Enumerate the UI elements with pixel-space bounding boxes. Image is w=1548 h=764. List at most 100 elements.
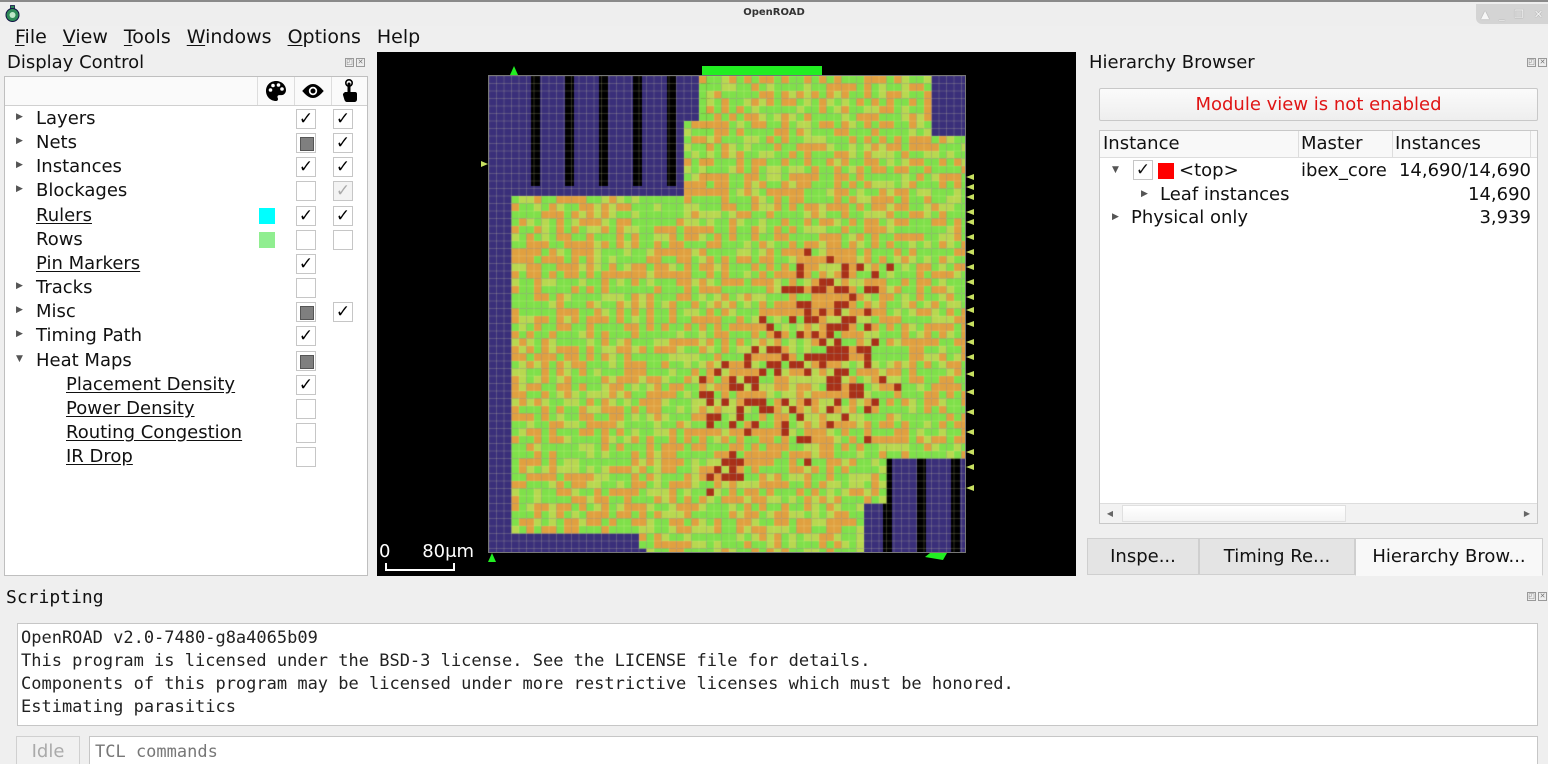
window-controls: ▲ _ ❐ ✕ [1476, 4, 1548, 24]
float-icon[interactable]: ◰ [1527, 58, 1536, 67]
io-pin [966, 321, 974, 327]
display-row-rulers[interactable]: Rulers ✓ ✓ [5, 204, 367, 228]
visible-checkbox[interactable]: ✓ [296, 109, 316, 129]
visible-checkbox[interactable]: ✓ [296, 157, 316, 178]
visible-checkbox[interactable] [296, 229, 316, 250]
expand-arrow-right-icon[interactable]: ▶ [16, 329, 23, 339]
visible-checkbox[interactable]: ✓ [296, 205, 316, 226]
color-swatch[interactable] [259, 207, 275, 224]
script-output[interactable]: OpenROAD v2.0-7480-g8a4065b09 This progra… [17, 623, 1538, 726]
menu-file[interactable]: File [0, 26, 55, 50]
selectable-checkbox[interactable]: ✓ [333, 181, 353, 202]
script-output-line: Estimating parasitics [21, 697, 236, 717]
display-row-tracks[interactable]: ▶ Tracks [5, 276, 367, 300]
close-icon[interactable]: ✕ [1538, 58, 1547, 67]
visible-checkbox[interactable] [296, 302, 316, 323]
visible-checkbox[interactable]: ✓ [296, 253, 316, 274]
visible-checkbox[interactable]: ✓ [296, 326, 316, 347]
restore-icon[interactable]: ❐ [1514, 8, 1524, 21]
display-row-label[interactable]: IR Drop [66, 446, 133, 467]
float-icon[interactable]: ◰ [345, 58, 354, 67]
close-icon[interactable]: ✕ [1534, 8, 1543, 21]
visible-checkbox[interactable] [296, 398, 316, 419]
display-row-label[interactable]: Pin Markers [36, 253, 140, 274]
menu-options[interactable]: Options [280, 26, 369, 50]
expand-arrow-right-icon[interactable]: ▶ [16, 305, 23, 315]
expand-arrow-right-icon[interactable]: ▶ [16, 184, 23, 194]
visible-checkbox[interactable] [296, 422, 316, 443]
display-row-nets[interactable]: ▶ Nets ✓ [5, 131, 367, 155]
tab-inspe[interactable]: Inspe... [1087, 538, 1199, 575]
display-row-power-density[interactable]: Power Density [5, 397, 367, 421]
tab-timing-re[interactable]: Timing Re... [1199, 538, 1355, 575]
expand-arrow-right-icon[interactable]: ▶ [16, 136, 23, 146]
close-icon[interactable]: ✕ [1538, 592, 1547, 601]
display-row-pin-markers[interactable]: Pin Markers ✓ [5, 252, 367, 276]
selectable-checkbox[interactable] [333, 229, 353, 250]
scroll-left-icon[interactable]: ◀ [1100, 504, 1120, 523]
io-pin [966, 449, 974, 455]
hierarchy-tree-header: Instance Master Instances [1100, 131, 1537, 158]
horizontal-scrollbar[interactable]: ◀ ▶ [1100, 503, 1537, 523]
column-header-instances[interactable]: Instances [1395, 133, 1481, 154]
display-row-placement-density[interactable]: Placement Density ✓ [5, 373, 367, 397]
io-pin [966, 219, 974, 225]
display-row-blockages[interactable]: ▶ Blockages ✓ [5, 179, 367, 203]
layout-canvas[interactable]: 0 80μm [377, 52, 1076, 576]
visible-checkbox[interactable] [296, 278, 316, 299]
expand-arrow-down-icon[interactable]: ▼ [16, 354, 23, 364]
float-icon[interactable]: ◰ [1527, 592, 1536, 601]
palette-icon [257, 77, 294, 105]
up-icon[interactable]: ▲ [1481, 8, 1489, 21]
display-row-label[interactable]: Power Density [66, 398, 195, 419]
display-row-timing-path[interactable]: ▶ Timing Path ✓ [5, 324, 367, 348]
expand-arrow-down-icon[interactable]: ▼ [1112, 165, 1119, 175]
tcl-command-input[interactable] [89, 736, 1538, 764]
scrollbar-thumb[interactable] [1122, 505, 1346, 522]
instance-visible-checkbox[interactable]: ✓ [1133, 160, 1153, 180]
display-row-routing-congestion[interactable]: Routing Congestion [5, 421, 367, 445]
expand-arrow-right-icon[interactable]: ▶ [1112, 212, 1119, 222]
display-row-label[interactable]: Rulers [36, 205, 92, 226]
expand-arrow-right-icon[interactable]: ▶ [16, 281, 23, 291]
scroll-right-icon[interactable]: ▶ [1517, 504, 1537, 523]
display-row-label[interactable]: Routing Congestion [66, 422, 242, 443]
column-header-master[interactable]: Master [1301, 133, 1362, 154]
visible-checkbox[interactable] [296, 350, 316, 371]
hierarchy-row[interactable]: ▼ ✓ <top> ibex_core 14,690/14,690 [1100, 159, 1537, 183]
menu-windows[interactable]: Windows [179, 26, 280, 50]
column-header-instance[interactable]: Instance [1103, 133, 1180, 154]
selectable-checkbox[interactable]: ✓ [333, 205, 353, 226]
expand-arrow-right-icon[interactable]: ▶ [16, 160, 23, 170]
expand-arrow-right-icon[interactable]: ▶ [16, 112, 23, 122]
menu-help[interactable]: Help [369, 26, 428, 50]
color-swatch[interactable] [259, 231, 275, 248]
visible-checkbox[interactable]: ✓ [296, 374, 316, 395]
minimize-icon[interactable]: _ [1499, 8, 1505, 21]
menu-view[interactable]: View [55, 26, 116, 50]
visible-checkbox[interactable] [296, 447, 316, 468]
selectable-checkbox[interactable]: ✓ [333, 133, 353, 154]
display-row-rows[interactable]: Rows [5, 228, 367, 252]
display-row-instances[interactable]: ▶ Instances ✓ ✓ [5, 155, 367, 179]
module-view-button[interactable]: Module view is not enabled [1099, 88, 1538, 121]
display-row-label[interactable]: Placement Density [66, 374, 235, 395]
expand-arrow-right-icon[interactable]: ▶ [1141, 189, 1148, 199]
selectable-checkbox[interactable]: ✓ [333, 109, 353, 129]
selectable-checkbox[interactable]: ✓ [333, 157, 353, 178]
display-row-ir-drop[interactable]: IR Drop [5, 445, 367, 469]
instance-color-swatch[interactable] [1158, 163, 1174, 179]
hierarchy-row[interactable]: ▶ Leaf instances 14,690 [1100, 183, 1537, 207]
display-row-misc[interactable]: ▶ Misc ✓ [5, 300, 367, 324]
menu-tools[interactable]: Tools [116, 26, 179, 50]
hierarchy-row[interactable]: ▶ Physical only 3,939 [1100, 206, 1537, 230]
display-control-dock-buttons: ◰ ✕ [345, 58, 365, 67]
display-row-heat-maps[interactable]: ▼ Heat Maps [5, 349, 367, 373]
visible-checkbox[interactable] [296, 133, 316, 154]
selectable-checkbox[interactable]: ✓ [333, 302, 353, 323]
visible-checkbox[interactable] [296, 181, 316, 202]
tab-hierarchy-brow[interactable]: Hierarchy Brow... [1355, 538, 1543, 576]
hierarchy-tree: Instance Master Instances ▼ ✓ <top> ibex_co… [1099, 130, 1538, 524]
close-icon[interactable]: ✕ [356, 58, 365, 67]
display-row-layers[interactable]: ▶ Layers ✓ ✓ [5, 107, 367, 131]
